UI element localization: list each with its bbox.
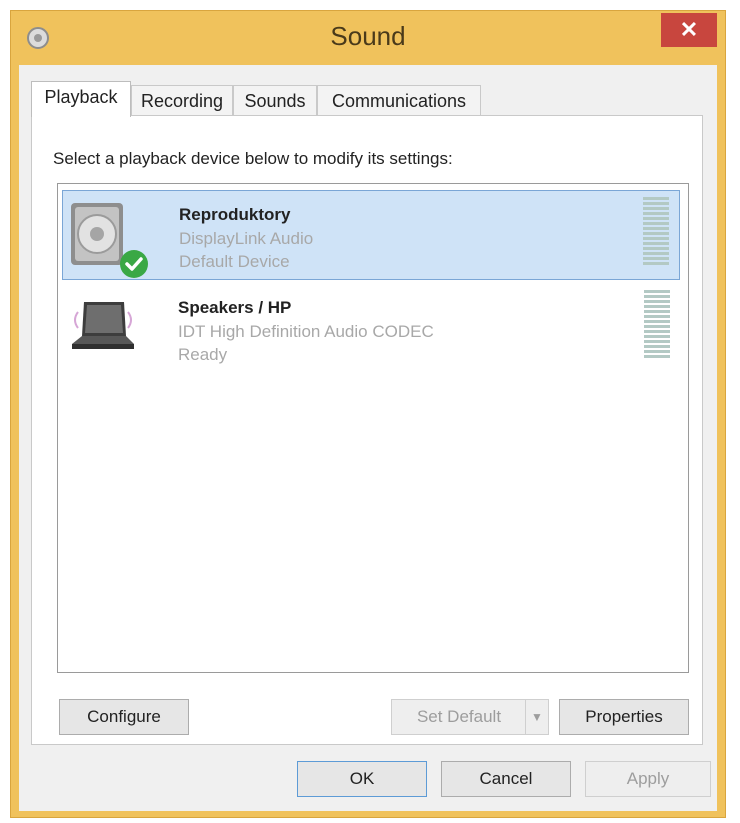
volume-level-meter [643, 197, 669, 273]
close-button[interactable]: ✕ [661, 13, 717, 47]
dropdown-arrow-icon[interactable]: ▼ [525, 700, 548, 734]
laptop-speaker-icon [68, 292, 138, 366]
cancel-button[interactable]: Cancel [441, 761, 571, 797]
tab-playback[interactable]: Playback [31, 81, 131, 117]
dialog-client-area: Playback Recording Sounds Communications… [19, 65, 717, 811]
volume-level-meter [644, 290, 670, 366]
device-driver: DisplayLink Audio [179, 229, 314, 248]
device-driver: IDT High Definition Audio CODEC [178, 322, 434, 341]
device-list[interactable]: Reproduktory DisplayLink Audio Default D… [57, 183, 689, 673]
device-name: Reproduktory [179, 205, 291, 224]
tab-sounds[interactable]: Sounds [233, 85, 317, 115]
window-title: Sound [330, 21, 406, 51]
sound-dialog: Sound ✕ Playback Recording Sounds Commun… [10, 10, 726, 818]
device-status: Default Device [179, 252, 290, 271]
configure-button[interactable]: Configure [59, 699, 189, 735]
device-name: Speakers / HP [178, 298, 292, 317]
instruction-text: Select a playback device below to modify… [53, 149, 453, 168]
tab-recording[interactable]: Recording [131, 85, 233, 115]
ok-button[interactable]: OK [297, 761, 427, 797]
apply-button[interactable]: Apply [585, 761, 711, 797]
device-item-reproduktory[interactable]: Reproduktory DisplayLink Audio Default D… [62, 190, 680, 280]
default-check-icon [119, 249, 149, 279]
device-item-speakers-hp[interactable]: Speakers / HP IDT High Definition Audio … [62, 284, 680, 374]
set-default-label: Set Default [416, 707, 502, 726]
set-default-button[interactable]: Set Default ▼ [391, 699, 549, 735]
tab-communications[interactable]: Communications [317, 85, 481, 115]
device-status: Ready [178, 345, 228, 364]
title-bar[interactable]: Sound ✕ [11, 11, 725, 65]
properties-button[interactable]: Properties [559, 699, 689, 735]
